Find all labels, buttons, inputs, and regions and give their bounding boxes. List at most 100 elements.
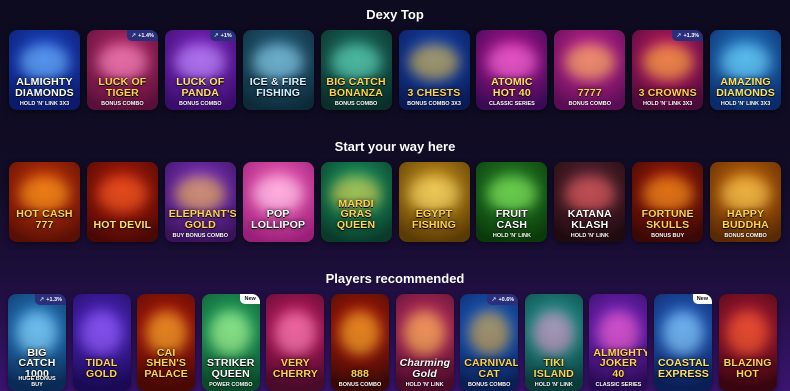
game-subtitle: BONUS COMBO [467,381,511,388]
new-badge: New [692,294,712,304]
game-tile[interactable]: KATANA KLASH HOLD 'N' LINK [554,162,626,242]
game-subtitle: HOLD 'N' LINK [492,232,531,239]
game-title: TIDAL GOLD [85,357,118,380]
game-tile[interactable]: MARDI GRAS QUEEN [320,162,392,242]
trend-up-icon: ↗ [39,297,45,303]
game-title: VERY CHERRY [272,357,318,380]
game-artwork-glow [339,311,381,356]
game-title: CARNIVAL CAT [464,357,519,380]
game-title: 3 CROWNS [638,86,697,99]
rtp-boost-value: +1.4% [138,32,154,39]
game-title: STRIKER QUEEN [207,357,255,380]
game-title: HOT CASH 777 [16,208,73,231]
game-title: COASTAL EXPRESS [658,357,710,380]
game-subtitle: POWER COMBO [209,381,253,388]
game-tile[interactable]: STRIKER QUEEN POWER COMBO New [201,294,260,391]
trend-up-icon: ↗ [676,33,682,39]
game-tile[interactable]: VERY CHERRY [266,294,325,391]
game-tile[interactable]: POP LOLLIPOP [242,162,314,242]
game-artwork-glow [81,311,122,356]
game-subtitle: HOLD 'N' LINK [534,381,573,388]
new-badge-label: New [244,296,256,302]
game-tile[interactable]: 3 CROWNS HOLD 'N' LINK 3x3 ↗ +1.3% [632,30,704,110]
game-tile[interactable]: HAPPY BUDDHA BONUS COMBO [710,162,782,242]
game-title: LUCK OF PANDA [176,76,225,99]
rtp-boost-badge: ↗ +1.3% [35,294,66,305]
game-subtitle: HOLD 'N' LINK 3x3 [720,100,771,107]
section-title-start-your-way: Start your way here [334,139,456,154]
game-artwork-glow [564,176,615,213]
game-subtitle: BUY BONUS COMBO [172,232,229,239]
new-badge-label: New [696,296,708,302]
game-tile[interactable]: 3 CHESTS BONUS COMBO 3x3 [398,30,470,110]
rtp-boost-badge: ↗ +1.3% [672,30,704,41]
game-artwork-glow [564,44,615,81]
game-tile[interactable]: ATOMIC HOT 40 CLASSIC SERIES [476,30,548,110]
game-tile[interactable]: 888 BONUS COMBO [331,294,389,391]
game-tile[interactable]: FORTUNE SKULLS BONUS BUY [632,162,704,242]
game-tile[interactable]: LUCK OF TIGER BONUS COMBO ↗ +1.4% [86,30,158,110]
game-artwork-glow [487,176,537,213]
game-title: CAI SHEN'S PALACE [144,346,188,380]
game-tile[interactable]: BIG CATCH BONANZA BONUS COMBO [320,30,392,110]
game-tile[interactable]: ALMIGHTY JOKER 40 CLASSIC SERIES [589,294,648,391]
game-subtitle: HOLD 'N' LINK [570,232,609,239]
game-title: AMAZING DIAMONDS [716,76,775,99]
section-title-dexy-top: Dexy Top [366,7,424,22]
rtp-boost-value: +1.3% [683,32,700,39]
game-subtitle: BONUS COMBO [568,100,612,107]
game-artwork-glow [727,311,768,356]
game-tile[interactable]: 7777 BONUS COMBO [554,30,626,110]
game-title: HAPPY BUDDHA [722,208,769,231]
game-artwork-glow [275,311,316,356]
game-tile[interactable]: ICE & FIRE FISHING [242,30,314,110]
game-title: EGYPT FISHING [412,208,456,231]
game-tile[interactable]: TIKI ISLAND HOLD 'N' LINK [524,294,583,391]
game-tile[interactable]: COASTAL EXPRESS New [654,294,712,391]
new-badge: New [240,294,260,304]
game-tile[interactable]: BIG CATCH 1000 HUGE BONUS BUY ↗ +1.3% [8,294,66,391]
game-title: FORTUNE SKULLS [641,208,694,231]
game-title: ATOMIC HOT 40 [491,76,533,99]
game-title: BIG CATCH 1000 [18,346,56,380]
game-subtitle: BONUS COMBO 3x3 [407,100,461,107]
rtp-boost-value: +1.3% [46,296,62,303]
game-title: 7777 [577,86,602,99]
game-subtitle: BONUS COMBO [334,100,378,107]
game-tile[interactable]: LUCK OF PANDA BONUS COMBO ↗ +1% [164,30,236,110]
game-subtitle: BONUS COMBO [724,232,767,239]
game-tile[interactable]: TIDAL GOLD [72,294,131,391]
game-tile[interactable]: BLAZING HOT [718,294,777,391]
game-tile[interactable]: ELEPHANT'S GOLD BUY BONUS COMBO [164,162,236,242]
game-artwork-glow [210,311,252,356]
game-artwork-glow [642,176,693,213]
game-tile[interactable]: HOT DEVIL [86,162,158,242]
game-title: ELEPHANT'S GOLD [168,208,236,231]
game-tile[interactable]: ALMIGHTY DIAMONDS HOLD 'N' LINK 3x3 [9,30,80,110]
trend-up-icon: ↗ [491,297,497,303]
game-artwork-glow [404,311,445,356]
game-title: ALMIGHTY DIAMONDS [15,76,74,99]
game-title: HOT DEVIL [93,218,152,231]
game-title: LUCK OF TIGER [98,76,147,99]
game-tile[interactable]: FRUIT CASH HOLD 'N' LINK [476,162,548,242]
game-tile[interactable]: EGYPT FISHING [398,162,470,242]
game-artwork-glow [468,311,510,356]
game-artwork-glow [487,44,537,81]
game-tile[interactable]: CAI SHEN'S PALACE [137,294,196,391]
game-title: BIG CATCH BONANZA [326,76,386,99]
game-artwork-glow [642,44,693,81]
game-subtitle: BONUS COMBO [338,381,382,388]
game-tile[interactable]: Charming Gold HOLD 'N' LINK [395,294,454,391]
game-subtitle: CLASSIC SERIES [488,100,535,107]
trend-up-icon: ↗ [131,33,137,39]
game-title: TIKI ISLAND [533,357,574,380]
game-tile[interactable]: HOT CASH 777 [9,162,80,242]
game-subtitle: BONUS COMBO [101,100,144,107]
game-subtitle: BONUS COMBO [179,100,222,107]
game-tile[interactable]: AMAZING DIAMONDS HOLD 'N' LINK 3x3 [710,30,782,110]
rtp-boost-badge: ↗ +1% [209,30,236,41]
game-subtitle: HUGE BONUS BUY [18,376,56,388]
game-subtitle: BONUS BUY [651,232,685,239]
game-tile[interactable]: CARNIVAL CAT BONUS COMBO ↗ +0.6% [460,294,519,391]
